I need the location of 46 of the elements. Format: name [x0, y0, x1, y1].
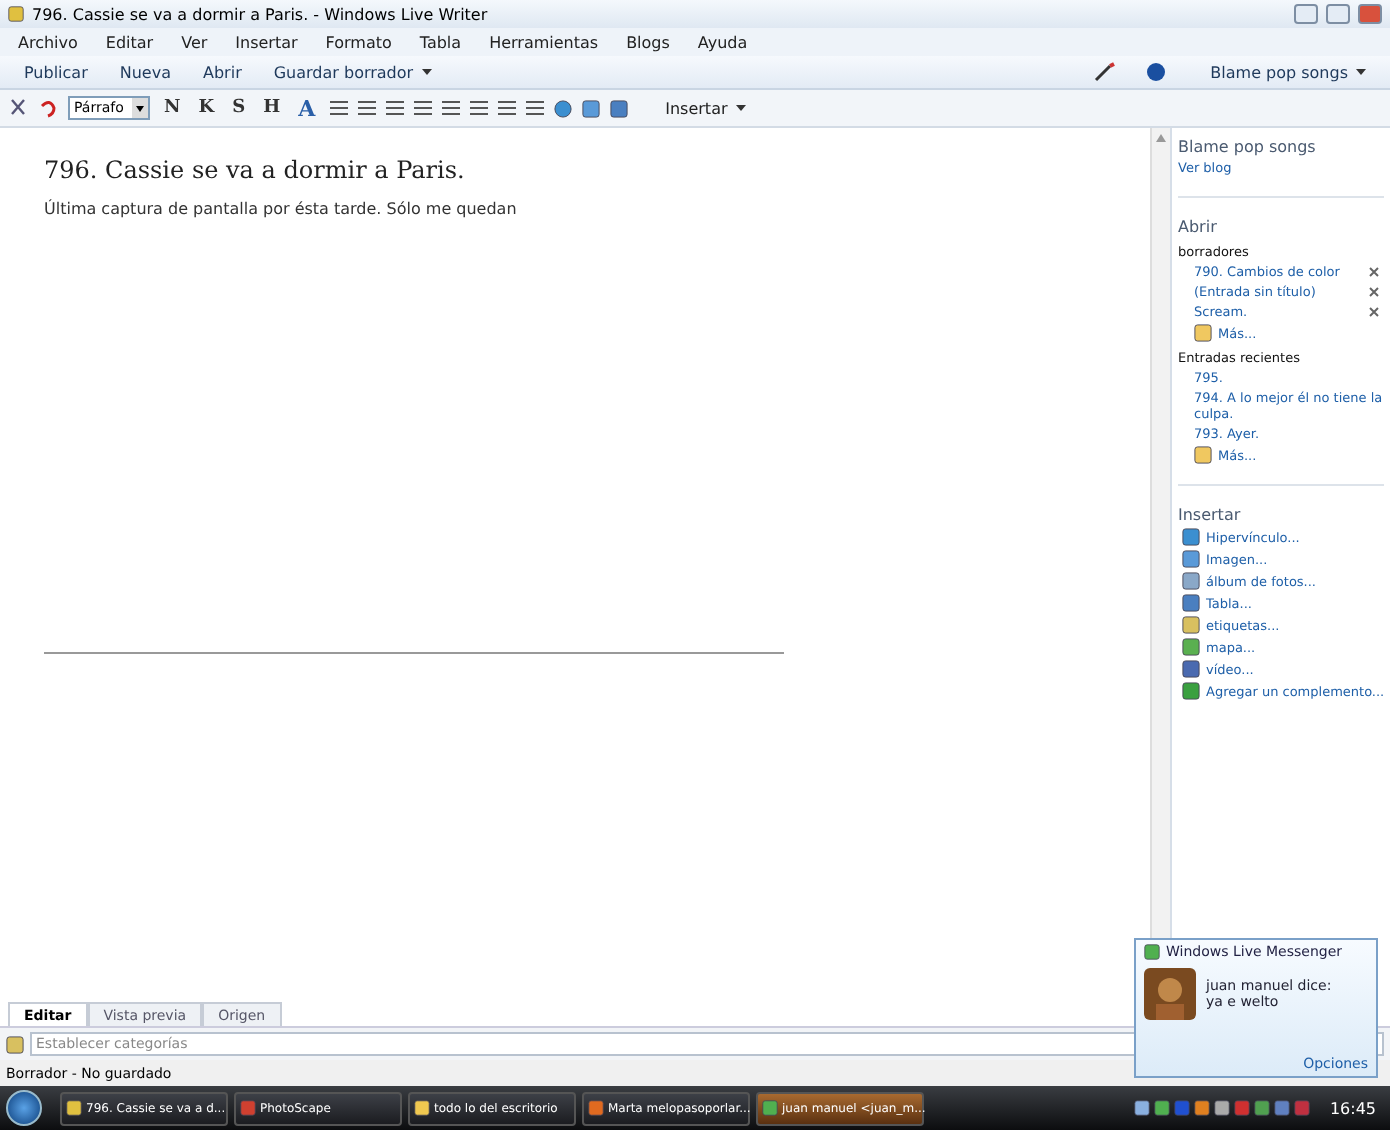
format-button[interactable]: S — [228, 98, 250, 118]
save-draft-button[interactable]: Guardar borrador — [257, 57, 448, 87]
command-button[interactable]: Nueva — [103, 57, 187, 87]
justify-icon[interactable] — [525, 100, 544, 116]
minimize-button[interactable] — [1294, 4, 1318, 24]
start-button[interactable] — [6, 1090, 42, 1126]
align-left-icon[interactable] — [441, 100, 460, 116]
window-title: 796. Cassie se va a dormir a Paris. - Windows Live Writer — [32, 5, 488, 23]
format-button[interactable]: N — [160, 98, 185, 118]
clock: 16:45 — [1329, 1099, 1376, 1117]
delete-icon[interactable] — [1368, 266, 1380, 278]
undo-icon[interactable] — [38, 98, 58, 118]
close-button[interactable] — [1358, 4, 1382, 24]
brush-icon[interactable] — [1094, 62, 1119, 82]
caret-icon — [735, 104, 746, 112]
maximize-button[interactable] — [1326, 4, 1350, 24]
caret-icon — [421, 68, 432, 76]
align-right-icon[interactable] — [497, 100, 516, 116]
menu-item[interactable]: Editar — [91, 33, 168, 51]
menu-item[interactable]: Ayuda — [683, 33, 762, 51]
insert-button[interactable]: Insertar — [649, 93, 762, 123]
menu-item[interactable]: Herramientas — [475, 33, 613, 51]
menu-item[interactable]: Insertar — [221, 33, 312, 51]
delete-icon[interactable] — [1368, 286, 1380, 298]
scroll-up-icon[interactable] — [1156, 134, 1166, 142]
menu-item[interactable]: Ver — [167, 33, 222, 51]
caret-icon — [1356, 68, 1366, 76]
format-button[interactable]: K — [194, 98, 219, 118]
format-button[interactable]: A — [294, 95, 320, 121]
format-button[interactable]: H — [259, 98, 285, 118]
command-button[interactable]: Abrir — [187, 57, 258, 87]
menu-item[interactable]: Archivo — [4, 33, 92, 51]
post-body[interactable]: Última captura de pantalla por ésta tarde. Sólo me quedan — [44, 200, 1106, 218]
command-button[interactable]: Publicar — [8, 57, 104, 87]
align-center-icon[interactable] — [469, 100, 488, 116]
avatar-icon — [1144, 968, 1196, 1020]
account-button[interactable]: Blame pop songs — [1194, 57, 1382, 87]
menu-item[interactable]: Blogs — [612, 33, 684, 51]
blog-name: Blame pop songs — [1178, 138, 1318, 156]
menu-item[interactable]: Tabla — [405, 33, 476, 51]
post-title[interactable]: 796. Cassie se va a dormir a Paris. — [44, 156, 1106, 184]
delete-icon[interactable] — [1368, 306, 1380, 318]
section-heading: Insertar — [1178, 506, 1243, 524]
section-heading: Abrir — [1178, 218, 1219, 236]
scissors-icon[interactable] — [8, 98, 28, 118]
menu-item[interactable]: Formato — [311, 33, 406, 51]
